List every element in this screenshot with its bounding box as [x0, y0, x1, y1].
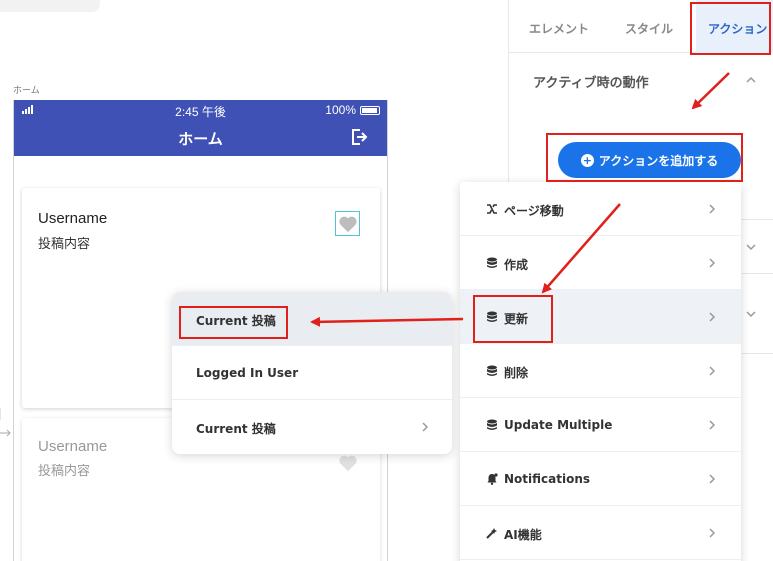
navigate-icon	[487, 204, 497, 214]
menu-item-page-navigate[interactable]: ページ移動	[460, 182, 741, 236]
chevron-right-icon	[709, 312, 716, 322]
divider	[742, 273, 773, 274]
submenu-label: Current 投稿	[196, 422, 276, 436]
database-icon	[487, 365, 497, 376]
divider	[742, 353, 773, 354]
heart-icon	[338, 216, 357, 232]
heart-icon	[338, 455, 357, 471]
menu-label: AI機能	[504, 528, 542, 542]
submenu-item-current-post-nested[interactable]: Current 投稿	[172, 400, 452, 454]
chevron-right-icon	[709, 366, 716, 376]
chevron-right-icon	[422, 422, 429, 432]
highlight-current-post-item	[179, 306, 288, 339]
bell-icon	[487, 473, 498, 485]
database-icon	[487, 419, 497, 430]
chevron-up-icon[interactable]	[745, 74, 757, 86]
menu-label: Update Multiple	[504, 418, 613, 432]
menu-item-notifications[interactable]: Notifications	[460, 452, 741, 506]
highlight-add-action-button	[546, 133, 743, 182]
section-title: アクティブ時の動作	[533, 76, 649, 91]
submenu-label: Logged In User	[196, 366, 299, 380]
submenu-item-logged-in-user[interactable]: Logged In User	[172, 346, 452, 400]
battery-percent: 100%	[325, 103, 356, 117]
page-title: ホーム	[178, 130, 223, 148]
chevron-right-icon	[709, 258, 716, 268]
highlight-action-tab	[690, 2, 771, 55]
tab-element[interactable]: エレメント	[529, 20, 589, 37]
connector-arrow-icon	[0, 408, 11, 437]
divider	[742, 219, 773, 220]
chevron-right-icon	[709, 474, 716, 484]
menu-item-delete[interactable]: 削除	[460, 344, 741, 398]
action-type-menu: ページ移動 作成 更新 削除 Update Multiple Notificat	[460, 182, 741, 561]
tab-style[interactable]: スタイル	[625, 20, 673, 37]
menu-label: Notifications	[504, 472, 591, 486]
status-bar: 2:45 午後 100%	[14, 100, 387, 120]
chevron-right-icon	[709, 204, 716, 214]
menu-label: 削除	[504, 366, 529, 380]
editor-canvas: ホーム 2:45 午後 100% ホーム Username 投稿内容 Usern…	[0, 0, 508, 561]
screen-label: ホーム	[13, 86, 40, 96]
battery-icon	[360, 106, 380, 115]
menu-item-ai[interactable]: AI機能	[460, 506, 741, 560]
magic-wand-icon	[486, 528, 497, 539]
canvas-top-strip	[0, 0, 100, 12]
post-username: Username	[38, 210, 108, 227]
chevron-right-icon	[709, 420, 716, 430]
menu-label: 作成	[504, 258, 529, 272]
menu-item-create[interactable]: 作成	[460, 236, 741, 290]
highlight-update-item	[473, 295, 553, 343]
post-content: 投稿内容	[38, 237, 91, 252]
logout-icon[interactable]	[349, 127, 369, 147]
menu-item-update-multiple[interactable]: Update Multiple	[460, 398, 741, 452]
post-content: 投稿内容	[38, 464, 91, 479]
menu-label: ページ移動	[504, 204, 564, 218]
chevron-down-icon[interactable]	[745, 308, 757, 320]
post-username: Username	[38, 438, 108, 455]
like-button[interactable]	[335, 211, 360, 236]
chevron-down-icon[interactable]	[745, 241, 757, 253]
database-icon	[487, 257, 497, 268]
app-header[interactable]: ホーム	[14, 120, 387, 156]
chevron-right-icon	[709, 528, 716, 538]
